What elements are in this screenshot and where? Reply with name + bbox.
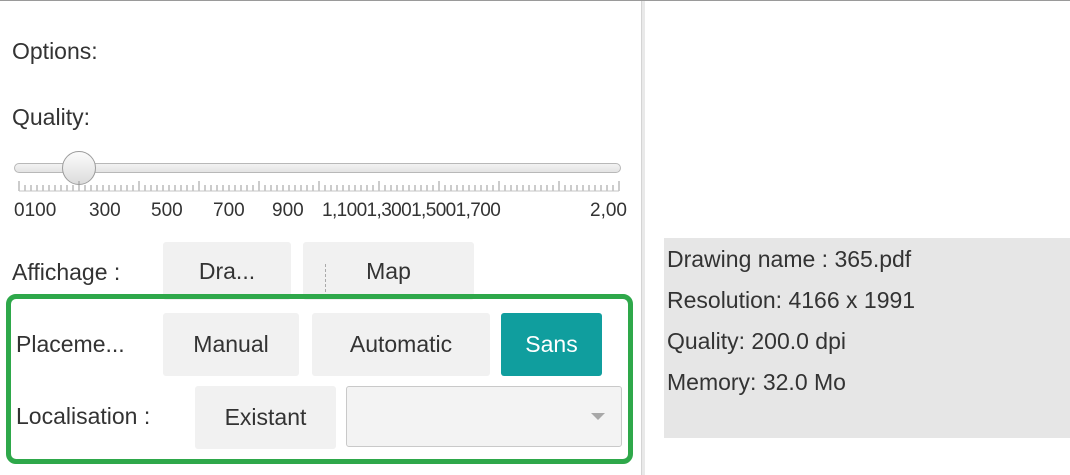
focus-indicator [325, 264, 326, 292]
tick-label: 300 [89, 200, 121, 221]
quality-slider-track[interactable] [14, 163, 621, 173]
tick-label: 900 [272, 200, 304, 221]
drawing-name: Drawing name : 365.pdf [667, 246, 912, 272]
drawing-info-panel: Drawing name : 365.pdf Resolution: 4166 … [664, 238, 1070, 438]
resolution: Resolution: 4166 x 1991 [667, 287, 916, 313]
affichage-label: Affichage : [12, 259, 121, 285]
map-button[interactable]: Map [303, 242, 474, 300]
quality-slider-thumb[interactable] [62, 151, 96, 185]
quality-label: Quality: [12, 104, 90, 130]
options-title: Options: [12, 38, 98, 64]
quality-slider-ticks [18, 181, 620, 192]
quality-slider-tick-labels: 0100 300 500 700 900 1,1001,3001,5001,70… [0, 200, 641, 226]
tick-label: 1,1001,3001,5001,700 [322, 200, 501, 221]
tick-label: 700 [213, 200, 245, 221]
split-pane-divider[interactable] [641, 1, 645, 475]
draw-button[interactable]: Dra... [163, 242, 291, 300]
tick-label: 0100 [14, 200, 57, 221]
tick-label: 500 [151, 200, 183, 221]
quality-info: Quality: 200.0 dpi [667, 328, 847, 354]
highlight-box [6, 294, 633, 464]
tick-label: 2,00 [590, 200, 627, 221]
memory-info: Memory: 32.0 Mo [667, 369, 846, 395]
